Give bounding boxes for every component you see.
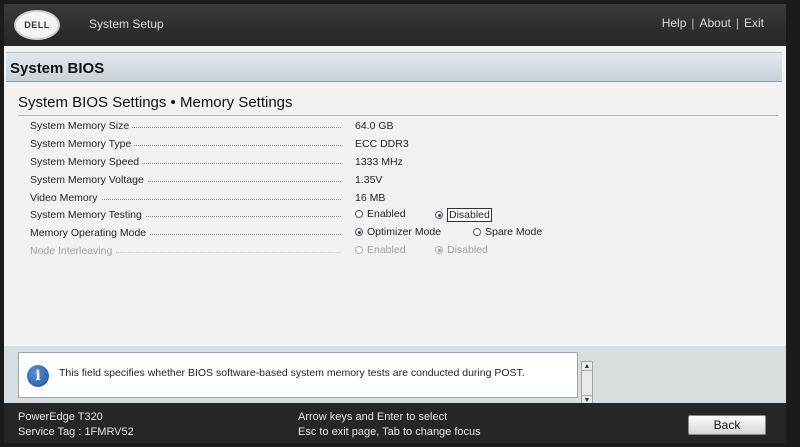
logo-text: DELL — [24, 20, 50, 30]
option-label: Optimizer Mode — [367, 226, 442, 239]
main-panel: System BIOS System BIOS Settings • Memor… — [4, 46, 786, 346]
back-button[interactable]: Back — [688, 415, 766, 435]
keyboard-hint-select: Arrow keys and Enter to select — [298, 411, 448, 423]
setting-value: 64.0 GB — [355, 120, 394, 132]
help-text: This field specifies whether BIOS softwa… — [59, 367, 525, 379]
exit-link[interactable]: Exit — [744, 16, 764, 30]
option-label-focused: Disabled — [447, 208, 492, 223]
setting-row-memory-size: System Memory Size 64.0 GB — [30, 117, 770, 135]
setting-label: Node Interleaving — [30, 245, 116, 258]
setting-value: 1333 MHz — [355, 155, 403, 168]
help-link[interactable]: Help — [662, 16, 687, 30]
option-label: Enabled — [367, 208, 406, 221]
help-scrollbar[interactable]: ▲ ▼ — [581, 361, 593, 405]
radio-memory-testing-disabled[interactable]: Disabled — [435, 208, 492, 223]
radio-button-selected-icon — [355, 228, 363, 237]
setting-row-memory-operating-mode: Memory Operating Mode Optimizer Mode Spa… — [30, 224, 770, 242]
setting-label: Memory Operating Mode — [30, 227, 150, 240]
radio-spare-mode[interactable]: Spare Mode — [473, 226, 542, 238]
section-title: System BIOS — [10, 60, 105, 77]
radio-node-interleaving-disabled: Disabled — [435, 244, 488, 256]
info-icon: i — [27, 365, 49, 387]
option-label: Disabled — [447, 244, 488, 257]
radio-button-selected-icon — [435, 211, 443, 220]
footer-bar: PowerEdge T320 Service Tag : 1FMRV52 Arr… — [4, 403, 786, 443]
setting-value: 1.35V — [355, 173, 383, 186]
setting-row-node-interleaving: Node Interleaving Enabled Disabled — [30, 242, 770, 260]
about-link[interactable]: About — [700, 16, 731, 30]
top-links: Help | About | Exit — [662, 16, 764, 30]
setting-value: ECC DDR3 — [355, 137, 409, 150]
radio-optimizer-mode[interactable]: Optimizer Mode — [355, 226, 441, 238]
service-tag: Service Tag : 1FMRV52 — [18, 426, 134, 438]
radio-button-icon — [473, 228, 481, 237]
setting-row-memory-testing: System Memory Testing Enabled Disabled — [30, 206, 770, 224]
link-separator: | — [691, 16, 695, 30]
setting-label: System Memory Voltage — [30, 173, 147, 186]
setting-label: System Memory Testing — [30, 209, 145, 222]
bios-screen: DELL System Setup Help | About | Exit System… — [4, 4, 786, 443]
dell-logo: DELL — [14, 10, 60, 40]
header-bar: DELL System Setup Help | About | Exit — [4, 4, 786, 46]
setting-label: System Memory Size — [30, 120, 133, 132]
radio-button-selected-icon — [435, 246, 443, 255]
setting-label: System Memory Speed — [30, 155, 143, 168]
setting-value: 16 MB — [355, 191, 386, 204]
app-title: System Setup — [89, 17, 164, 31]
scroll-up-icon[interactable]: ▲ — [582, 362, 592, 371]
page-title: System BIOS Settings • Memory Settings — [18, 94, 293, 111]
option-label: Enabled — [367, 244, 406, 257]
settings-list: System Memory Size 64.0 GB System Memory… — [30, 117, 770, 260]
setting-row-memory-speed: System Memory Speed 1333 MHz — [30, 153, 770, 171]
radio-node-interleaving-enabled: Enabled — [355, 244, 406, 256]
setting-row-video-memory: Video Memory 16 MB — [30, 189, 770, 207]
title-divider — [18, 115, 778, 116]
setting-label: System Memory Type — [30, 137, 135, 150]
setting-row-memory-voltage: System Memory Voltage 1.35V — [30, 171, 770, 189]
help-area: i This field specifies whether BIOS soft… — [4, 346, 786, 405]
radio-button-icon — [355, 246, 363, 255]
option-label: Spare Mode — [485, 226, 543, 239]
link-separator: | — [735, 16, 739, 30]
radio-memory-testing-enabled[interactable]: Enabled — [355, 208, 406, 220]
radio-button-icon — [355, 210, 363, 219]
setting-row-memory-type: System Memory Type ECC DDR3 — [30, 135, 770, 153]
section-bar: System BIOS — [6, 52, 782, 82]
setting-label: Video Memory — [30, 191, 101, 204]
keyboard-hint-navigation: Esc to exit page, Tab to change focus — [298, 426, 481, 438]
help-box: i This field specifies whether BIOS soft… — [18, 352, 593, 405]
system-model: PowerEdge T320 — [18, 411, 103, 423]
